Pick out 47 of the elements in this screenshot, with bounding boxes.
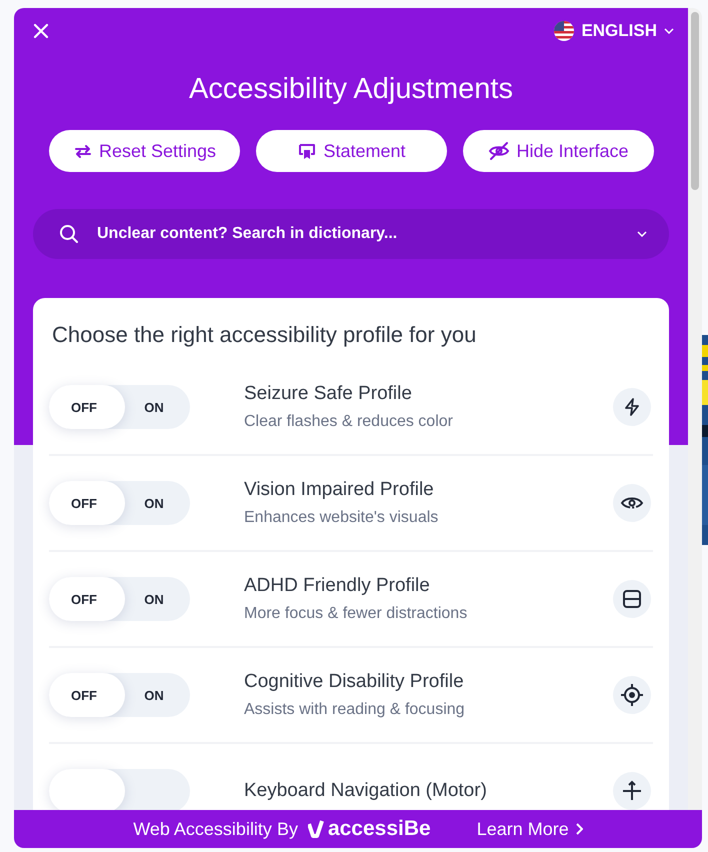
off-label: OFF xyxy=(70,592,98,606)
brand-logo[interactable]: accessiBe xyxy=(308,817,431,841)
frame-icon xyxy=(621,588,643,610)
action-button[interactable]: Statement xyxy=(256,130,447,172)
search-bar[interactable]: Unclear content? Search in dictionary... xyxy=(33,209,669,259)
action-button[interactable]: Reset Settings xyxy=(49,130,240,172)
lightning-icon xyxy=(622,397,642,417)
chevron-down-icon xyxy=(637,231,647,237)
profile-toggle[interactable]: OFF ON xyxy=(49,577,190,621)
profile-description: More focus & fewer distractions xyxy=(244,605,468,623)
off-label: OFF xyxy=(70,688,98,702)
crosshair-icon xyxy=(620,683,644,707)
flag-icon xyxy=(554,21,574,41)
close-icon[interactable] xyxy=(33,23,49,39)
action-button[interactable]: Hide Interface xyxy=(463,130,654,172)
profile-toggle[interactable] xyxy=(49,769,190,810)
language-selector[interactable]: ENGLISH xyxy=(554,21,674,41)
check-logo-icon xyxy=(308,820,324,838)
profile-toggle[interactable]: OFF ON xyxy=(49,481,190,525)
profile-toggle[interactable]: OFF ON xyxy=(49,385,190,429)
scrollbar[interactable] xyxy=(688,8,702,810)
chevron-down-icon xyxy=(664,28,674,34)
profile-name: Seizure Safe Profile xyxy=(244,383,413,405)
chevron-right-icon xyxy=(574,823,583,835)
message-badge-icon xyxy=(297,141,318,161)
profiles-heading: Choose the right accessibility profile for you xyxy=(51,321,478,348)
off-label: OFF xyxy=(70,496,98,510)
learn-more-link[interactable]: Learn More xyxy=(476,818,583,840)
eye-off-icon xyxy=(488,141,510,161)
profile-toggle[interactable]: OFF ON xyxy=(49,673,190,717)
on-label: ON xyxy=(143,592,165,606)
move-arrows-icon xyxy=(621,780,643,802)
profile-description: Assists with reading & focusing xyxy=(244,701,466,719)
off-label: OFF xyxy=(70,400,98,414)
profile-name: Keyboard Navigation (Motor) xyxy=(244,780,488,802)
profile-description: Enhances website's visuals xyxy=(244,509,440,527)
profile-name: Vision Impaired Profile xyxy=(244,479,435,501)
on-label: ON xyxy=(143,496,165,510)
footer-text: Web Accessibility By xyxy=(133,818,298,840)
profile-description: Clear flashes & reduces color xyxy=(244,413,454,431)
on-label: ON xyxy=(143,688,165,702)
profile-name: ADHD Friendly Profile xyxy=(244,575,431,597)
profile-name: Cognitive Disability Profile xyxy=(244,671,465,693)
dictionary-search-field[interactable]: Unclear content? Search in dictionary... xyxy=(95,224,621,244)
on-label: ON xyxy=(143,400,165,414)
search-icon xyxy=(59,224,79,244)
panel-title: Accessibility Adjustments xyxy=(188,72,514,106)
